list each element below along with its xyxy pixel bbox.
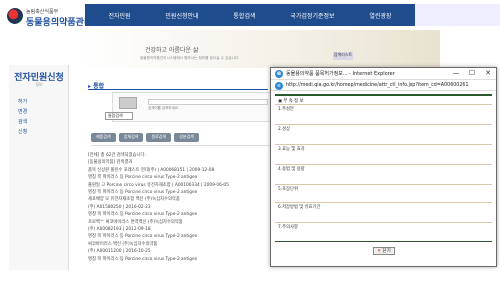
- search-input[interactable]: [148, 99, 268, 105]
- left-menu-item[interactable]: 변경: [18, 108, 27, 115]
- close-button-icon: ✕: [377, 249, 382, 254]
- popup-title: 동물용의약품 품목허가정보... - Internet Explorer: [286, 71, 395, 77]
- top-nav: 전자민원 민원신청안내 통합검색 국가검정기준정보 열린광장: [85, 4, 415, 26]
- ie-page-icon: e: [275, 82, 283, 90]
- close-button[interactable]: ✕ 닫기: [373, 247, 395, 255]
- left-menu-item[interactable]: 허가: [18, 98, 27, 105]
- result-line[interactable]: 프로백™ 써코바이러스 면역백신 (주)녹십자수의약품: [88, 219, 270, 226]
- field-efficacy: 3.효능 및 효과: [278, 147, 305, 152]
- left-menu-item[interactable]: 신청: [18, 128, 27, 135]
- banner-subtext: 동물용의약품관리시스템에서 원하시는 정보를 찾으실 수 있습니다.: [140, 56, 240, 60]
- site-logo-icon: [7, 8, 23, 24]
- result-line[interactable]: 품목 신상원 폴린수 포레스트 현대(주) | A00068151 | 2009…: [88, 167, 270, 174]
- field-cautions: 7.주의사항: [278, 225, 298, 230]
- site-org: 농림축산식품부: [26, 9, 59, 15]
- tab-product[interactable]: 제품검색: [91, 133, 116, 142]
- field-divider: [275, 222, 492, 223]
- info-header: ▣ 부 속 정 보: [275, 94, 492, 104]
- result-line: (주) A01580250 | 2016-02-23: [88, 204, 151, 210]
- search-hint: 검색어를 입력하세요: [148, 106, 179, 110]
- search-image: [119, 97, 137, 109]
- field-divider: [275, 164, 492, 165]
- field-package-unit: 5.포장단위: [278, 187, 298, 192]
- field-storage: 6.저장방법 및 유효기간: [278, 205, 321, 210]
- info-bottom-rule: [275, 241, 492, 242]
- nav-item[interactable]: 국가검정기준정보: [290, 11, 334, 20]
- result-line[interactable]: 써코바이러스 백신 (주)녹십자수의약품: [88, 241, 270, 248]
- left-menu-item[interactable]: 검색: [18, 118, 27, 125]
- popup-body: ▣ 부 속 정 보 1.주성분 2.성상 3.효능 및 효과 4.용법 및 용량…: [275, 94, 492, 262]
- nav-item[interactable]: 전자민원: [108, 11, 130, 20]
- results-divider: [91, 145, 271, 146]
- field-divider: [275, 184, 492, 185]
- result-line: 명칭 목 파이러스 등 Porcine circo virus Type-2 a…: [88, 234, 198, 240]
- banner: [80, 30, 440, 68]
- left-panel: [9, 65, 69, 270]
- result-line: (주) A00011200 | 2016-10-25: [88, 249, 151, 255]
- search-dropdown[interactable]: 통합검색: [105, 112, 133, 120]
- result-line: 명칭 목 파이러스 등 Porcine circo virus Type-2 a…: [88, 190, 198, 196]
- close-icon[interactable]: ✕: [480, 68, 496, 79]
- field-main-ingredient: 1.주성분: [278, 107, 294, 112]
- tab-company[interactable]: 업체검색: [118, 133, 144, 142]
- ie-icon: e: [275, 70, 283, 78]
- nav-item[interactable]: 민원신청안내: [165, 11, 198, 20]
- search-tabs: 제품검색 업체검색 원료검색 성분검색: [91, 133, 199, 142]
- result-line: (주) A00082193 | 2012-09-18: [88, 227, 151, 233]
- result-line: 명칭 목 파이러스 등 Porcine circo virus Type-2 a…: [88, 175, 198, 181]
- nav-item[interactable]: 통합검색: [233, 11, 255, 20]
- field-appearance: 2.성상: [278, 127, 291, 132]
- side-box[interactable]: 검색리스트: [333, 52, 353, 60]
- field-divider: [275, 124, 492, 125]
- close-button-label: 닫기: [382, 249, 391, 254]
- result-line: [전체] 총 62건 검색되었습니다.: [88, 153, 146, 158]
- address-bar[interactable]: e http://medi.qia.go.kr/homep/medicine/a…: [271, 81, 496, 91]
- maximize-icon[interactable]: ☐: [464, 68, 480, 79]
- result-line[interactable]: 세포배양 모 유전자재조합 백신 (주)녹십자수의약품: [88, 196, 270, 203]
- search-results: [전체] 총 62건 검색되었습니다. [동물용의약품] 검색결과 품목 신상원…: [88, 152, 270, 263]
- popup-window: e 동물용의약품 품목허가정보... - Internet Explorer —…: [270, 67, 497, 267]
- field-divider: [275, 202, 492, 203]
- nav-item[interactable]: 열린광장: [369, 11, 391, 20]
- tab-ingredient[interactable]: 성분검색: [174, 133, 199, 142]
- result-line: 명칭 목 파이러스 등 Porcine circo virus Type-2 a…: [88, 212, 198, 218]
- result-line: 명칭 목 파이러스 등 Porcine circo virus Type-2 a…: [88, 256, 198, 262]
- section-divider: [88, 89, 268, 90]
- result-line: [동물용의약품] 검색결과: [88, 160, 133, 166]
- left-panel-subtitle: 정보: [35, 82, 43, 87]
- field-divider: [275, 144, 492, 145]
- popup-titlebar[interactable]: e 동물용의약품 품목허가정보... - Internet Explorer —…: [271, 68, 496, 80]
- tab-material[interactable]: 원료검색: [146, 133, 172, 142]
- result-line[interactable]: 출원일 고 Porcine circo virus 유전자재조합 | A0010…: [88, 182, 270, 189]
- field-divider: [275, 104, 492, 105]
- minimize-icon[interactable]: —: [448, 68, 464, 79]
- banner-text: 건강하고 아름다운 삶: [145, 47, 199, 54]
- field-dosage: 4.용법 및 용량: [278, 167, 305, 172]
- address-url[interactable]: http://medi.qia.go.kr/homep/medicine/att…: [286, 83, 469, 88]
- top-bar-right: [415, 4, 500, 26]
